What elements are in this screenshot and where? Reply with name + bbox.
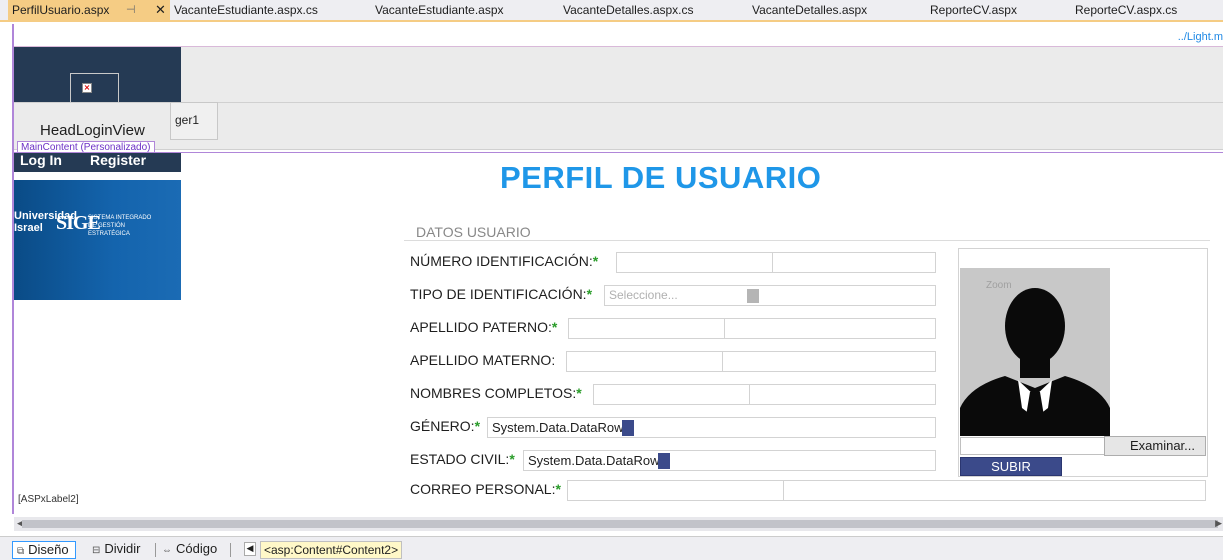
register-link[interactable]: Register — [90, 152, 146, 172]
content-region-border — [14, 152, 1223, 153]
main-content-tag[interactable]: MainContent (Personalizado) — [17, 141, 155, 153]
university-banner: Universidad Israel SIGE SISTEMA INTEGRAD… — [14, 180, 181, 300]
section-divider — [404, 240, 1210, 241]
estado-civil-label: ESTADO CIVIL:* — [410, 451, 515, 467]
login-links-bar: Log In Register — [14, 152, 181, 172]
aspx-label-control[interactable]: [ASPxLabel2] — [18, 494, 79, 505]
code-view-button[interactable]: ⇔ Código — [162, 541, 217, 559]
required-asterisk: * — [474, 418, 481, 434]
genero-label: GÉNERO:* — [410, 418, 481, 434]
required-asterisk: * — [551, 319, 558, 335]
scroll-right-icon[interactable]: ▶ — [1215, 519, 1222, 529]
required-asterisk: * — [586, 286, 593, 302]
document-tab-strip: PerfilUsuario.aspx ⊣ ✕ VacanteEstudiante… — [0, 0, 1223, 22]
tab-reportecv-aspx-cs[interactable]: ReporteCV.aspx.cs — [1075, 0, 1177, 20]
tab-label: PerfilUsuario.aspx — [12, 3, 110, 17]
breadcrumb-back-icon[interactable]: ◀ — [244, 542, 256, 556]
design-view-icon: ⧉ — [17, 546, 25, 557]
login-link[interactable]: Log In — [20, 152, 62, 172]
scrollbar-thumb[interactable] — [22, 520, 1218, 528]
tipo-identificacion-combo[interactable]: Seleccione... — [604, 285, 936, 306]
view-switcher-bar: ⧉ Diseño ⊟ Dividir ⇔ Código ◀ <asp:Content#… — [0, 536, 1223, 560]
estado-civil-selected-value: System.Data.DataRowView — [528, 453, 658, 468]
required-asterisk: * — [509, 451, 515, 467]
tab-perfilusuario-aspx[interactable]: PerfilUsuario.aspx ⊣ ✕ — [8, 0, 170, 20]
tab-vacantedetalles-aspx[interactable]: VacanteDetalles.aspx — [752, 0, 867, 20]
sige-system-name: SISTEMA INTEGRADO DE GESTIÓN ESTRATÉGICA — [88, 215, 152, 237]
tab-vacanteestudiante-aspx-cs[interactable]: VacanteEstudiante.aspx.cs — [174, 0, 318, 20]
head-login-view-label[interactable]: HeadLoginView — [38, 122, 147, 139]
estado-civil-dropdown[interactable]: System.Data.DataRowView — [523, 450, 936, 471]
manager-control[interactable]: ger1 — [170, 102, 218, 140]
zoom-label: Zoom — [986, 280, 1012, 291]
pin-icon[interactable]: ⊣ — [126, 0, 136, 20]
required-asterisk: * — [592, 253, 599, 269]
code-view-icon: ⇔ — [162, 545, 172, 556]
user-silhouette-icon — [960, 268, 1110, 436]
file-path-input[interactable] — [960, 437, 1105, 455]
master-page-path[interactable]: ../Light.m — [1178, 31, 1223, 43]
tab-reportecv-aspx[interactable]: ReporteCV.aspx — [930, 0, 1017, 20]
required-asterisk: * — [555, 481, 561, 497]
separator — [155, 543, 156, 557]
horizontal-scrollbar[interactable]: ◀ ▶ — [14, 517, 1223, 531]
numero-identificacion-input[interactable] — [616, 252, 936, 273]
required-asterisk: * — [576, 385, 582, 401]
profile-photo-placeholder[interactable] — [960, 268, 1110, 436]
tipo-identificacion-label: TIPO DE IDENTIFICACIÓN:* — [410, 286, 593, 302]
separator — [230, 543, 231, 557]
correo-personal-input[interactable] — [567, 480, 1206, 501]
nombres-completos-input[interactable] — [593, 384, 936, 405]
tag-breadcrumb[interactable]: <asp:Content#Content2> — [260, 541, 403, 559]
tab-vacanteestudiante-aspx[interactable]: VacanteEstudiante.aspx — [375, 0, 504, 20]
broken-image-icon: × — [82, 83, 92, 93]
apellido-materno-input[interactable] — [566, 351, 936, 372]
close-icon[interactable]: ✕ — [155, 0, 166, 20]
upload-button[interactable]: SUBIR — [960, 457, 1062, 476]
browse-button[interactable]: Examinar... — [1104, 436, 1206, 456]
tipo-identificacion-placeholder: Seleccione... — [609, 288, 678, 302]
header-region — [14, 47, 1223, 102]
section-title: DATOS USUARIO — [416, 224, 531, 240]
apellido-paterno-input[interactable] — [568, 318, 936, 339]
dropdown-arrow-icon[interactable] — [658, 453, 670, 469]
apellido-materno-label: APELLIDO MATERNO: — [410, 352, 556, 368]
dropdown-arrow-icon[interactable] — [622, 420, 634, 436]
apellido-paterno-label: APELLIDO PATERNO:* — [410, 319, 558, 335]
design-view-button[interactable]: ⧉ Diseño — [12, 541, 76, 559]
tab-vacantedetalles-aspx-cs[interactable]: VacanteDetalles.aspx.cs — [563, 0, 694, 20]
nombres-completos-label: NOMBRES COMPLETOS:* — [410, 385, 582, 401]
split-view-button[interactable]: ⊟ Dividir — [92, 541, 141, 559]
numero-identificacion-label: NÚMERO IDENTIFICACIÓN:* — [410, 253, 599, 269]
page-title: PERFIL DE USUARIO — [500, 160, 822, 195]
genero-selected-value: System.Data.DataRowView — [492, 420, 622, 435]
university-logo-text: Universidad Israel — [14, 210, 77, 234]
genero-dropdown[interactable]: System.Data.DataRowView — [487, 417, 936, 438]
dropdown-arrow-icon[interactable] — [747, 289, 759, 303]
split-view-icon: ⊟ — [92, 545, 101, 556]
correo-personal-label: CORREO PERSONAL:* — [410, 481, 561, 497]
